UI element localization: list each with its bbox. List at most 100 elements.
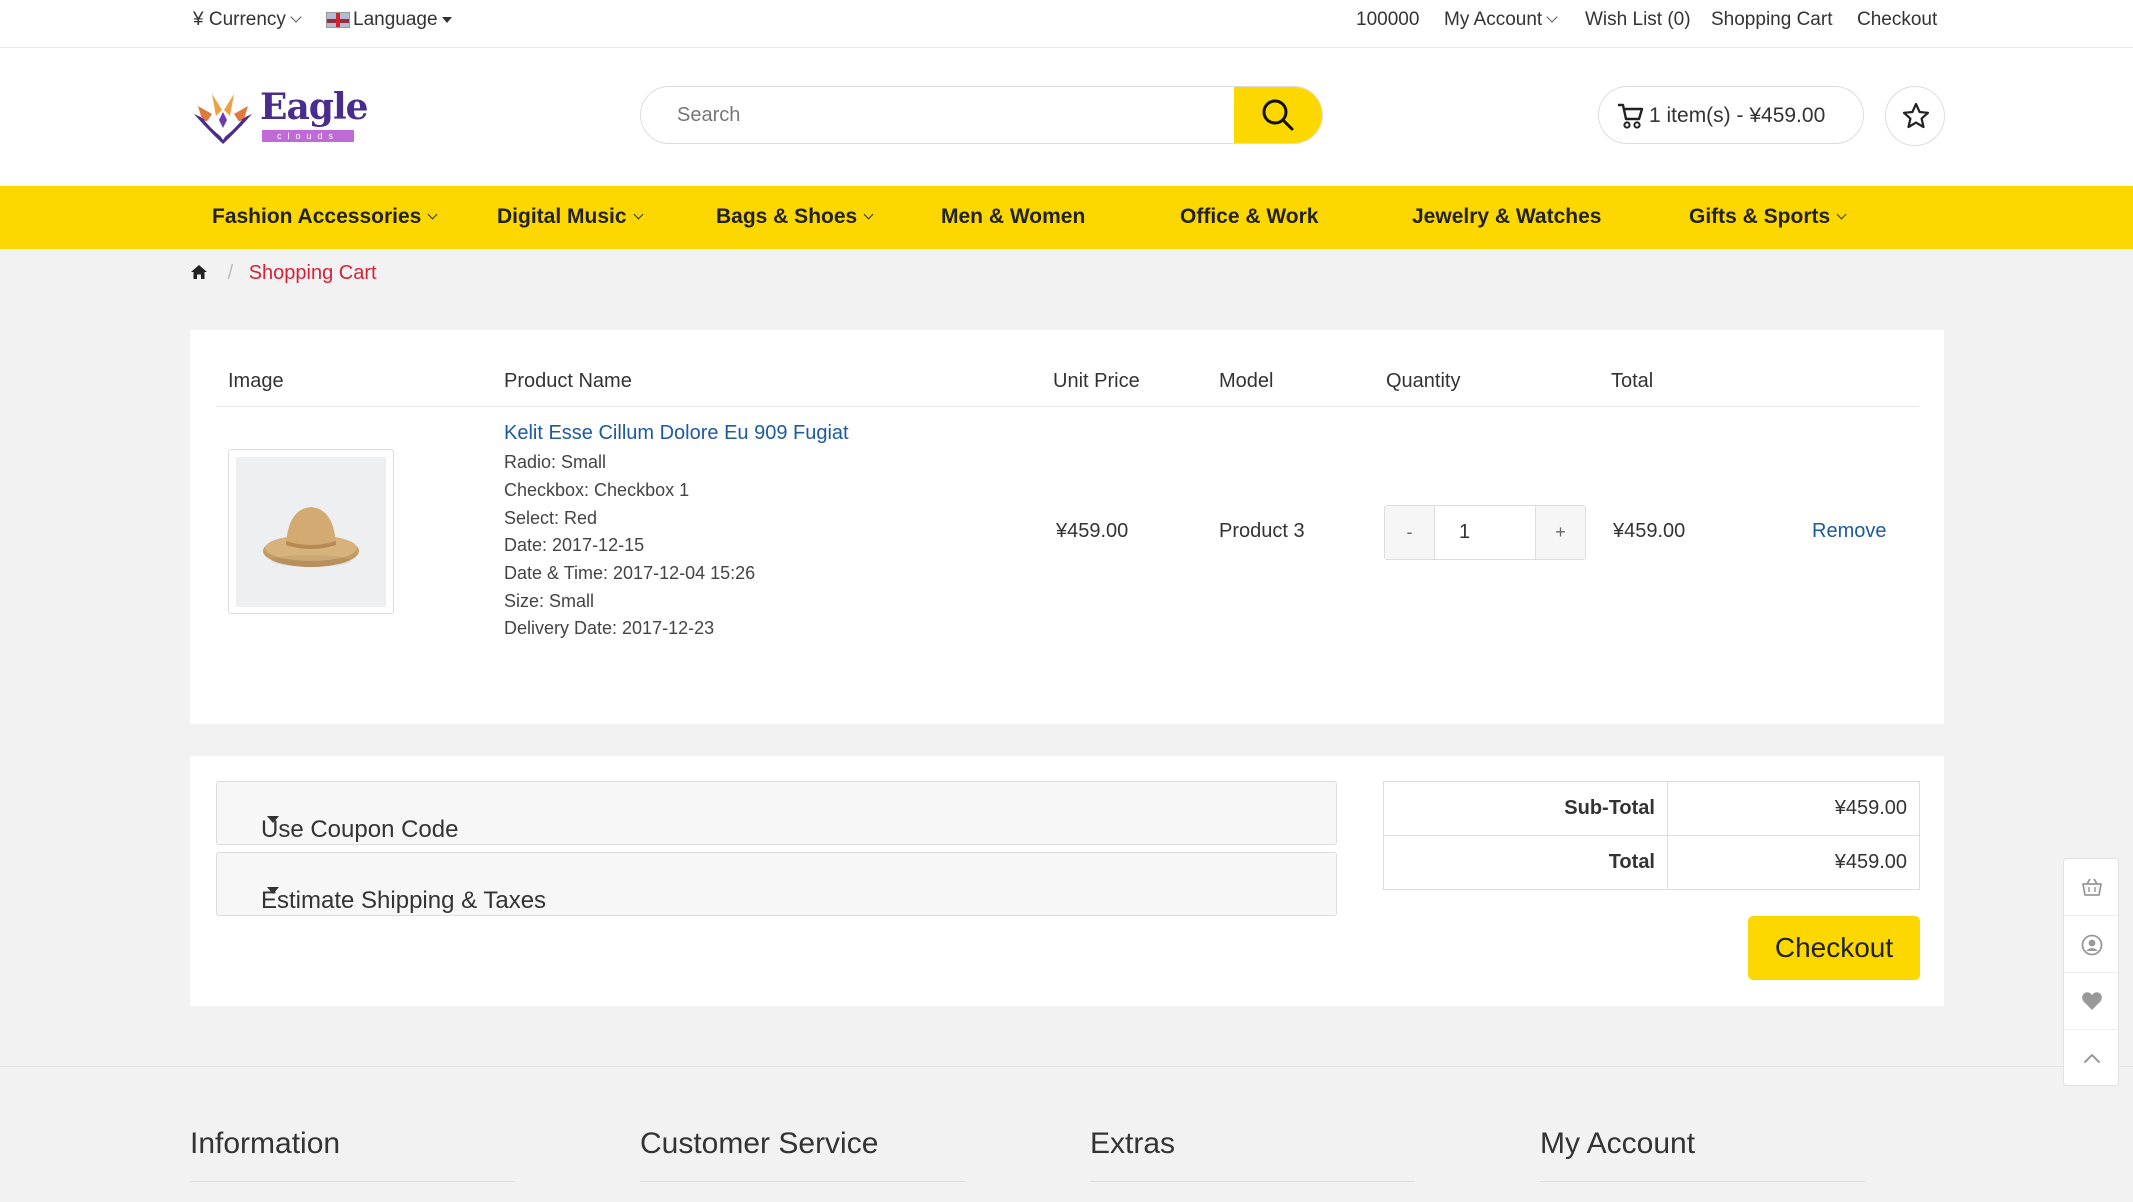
- breadcrumb-separator: /: [227, 262, 234, 284]
- header-cart-button[interactable]: 1 item(s) - ¥459.00: [1598, 86, 1864, 144]
- shipping-accordion[interactable]: Estimate Shipping & Taxes: [216, 852, 1337, 916]
- header: Eagle clouds 1 item(s) - ¥459.00: [0, 48, 2133, 186]
- uk-flag-icon: [326, 11, 350, 28]
- footer-heading-my-account: My Account: [1540, 1127, 1696, 1160]
- my-account-link[interactable]: My Account: [1444, 9, 1558, 31]
- currency-symbol: ¥: [193, 9, 204, 30]
- search-bar: [640, 86, 1323, 144]
- floating-toolbar: [2063, 858, 2120, 1087]
- model: Product 3: [1219, 520, 1305, 542]
- quantity-stepper: - +: [1384, 505, 1586, 560]
- nav-label: Men & Women: [941, 205, 1086, 228]
- subtotal-label: Sub-Total: [1383, 781, 1668, 836]
- nav-item-bags-shoes[interactable]: Bags & Shoes: [716, 205, 874, 229]
- back-to-top-button[interactable]: [2064, 1030, 2120, 1087]
- top-bar: ¥ Currency Language 100000 My Account Wi…: [0, 0, 2133, 48]
- shopping-cart-link[interactable]: Shopping Cart: [1711, 9, 1832, 31]
- product-option: Delivery Date: 2017-12-23: [504, 618, 715, 638]
- nav-item-digital-music[interactable]: Digital Music: [497, 205, 643, 229]
- footer-heading-extras: Extras: [1090, 1127, 1176, 1160]
- caret-down-icon: [441, 16, 452, 23]
- footer-heading-information: Information: [190, 1127, 341, 1160]
- cart-table: Image Product Name Unit Price Model Quan…: [190, 330, 1944, 724]
- nav-item-gifts-sports[interactable]: Gifts & Sports: [1689, 205, 1847, 229]
- nav-item-fashion-accessories[interactable]: Fashion Accessories: [212, 205, 438, 229]
- nav-item-office-work[interactable]: Office & Work: [1180, 205, 1318, 229]
- caret-down-icon: [267, 816, 279, 823]
- currency-label: Currency: [208, 9, 286, 30]
- wish-list-link[interactable]: Wish List (0): [1585, 9, 1691, 31]
- chevron-down-icon: [1836, 209, 1847, 220]
- header-product-name: Product Name: [504, 370, 632, 392]
- footer-divider: [1090, 1181, 1415, 1182]
- nav-item-men-women[interactable]: Men & Women: [941, 205, 1085, 229]
- phone-number: 100000: [1356, 9, 1420, 30]
- totals-table: Sub-Total ¥459.00 Total ¥459.00: [1383, 781, 1920, 890]
- unit-price: ¥459.00: [1056, 520, 1129, 542]
- user-icon: [2081, 934, 2103, 956]
- subtotal-value: ¥459.00: [1667, 781, 1920, 836]
- cart-summary: 1 item(s) - ¥459.00: [1649, 104, 1826, 127]
- checkout-link[interactable]: Checkout: [1857, 9, 1937, 31]
- nav-label: Gifts & Sports: [1689, 205, 1831, 228]
- nav-item-jewelry-watches[interactable]: Jewelry & Watches: [1412, 205, 1601, 229]
- sidebar-wishlist-button[interactable]: [2064, 973, 2120, 1030]
- home-icon[interactable]: [190, 264, 208, 280]
- chevron-down-icon: [863, 209, 874, 220]
- coupon-accordion[interactable]: Use Coupon Code: [216, 781, 1337, 845]
- straw-hat-image: [263, 507, 359, 567]
- footer-divider: [640, 1181, 965, 1182]
- header-image: Image: [228, 370, 284, 392]
- sidebar-cart-button[interactable]: [2064, 859, 2120, 916]
- header-unit-price: Unit Price: [1053, 370, 1140, 392]
- product-thumbnail[interactable]: [228, 449, 394, 614]
- footer-divider: [1540, 1181, 1865, 1182]
- product-option: Radio: Small: [504, 452, 607, 472]
- product-option: Size: Small: [504, 591, 595, 611]
- product-option: Date: 2017-12-15: [504, 535, 645, 555]
- nav-label: Digital Music: [497, 205, 627, 228]
- chevron-down-icon: [633, 209, 643, 220]
- table-row: Sub-Total ¥459.00: [1383, 781, 1920, 836]
- breadcrumb: / Shopping Cart: [190, 262, 377, 285]
- logo[interactable]: Eagle clouds: [190, 84, 369, 148]
- logo-text: Eagle: [260, 86, 369, 128]
- wishlist-button[interactable]: [1885, 86, 1945, 146]
- table-divider: [216, 406, 1919, 407]
- nav-label: Fashion Accessories: [212, 205, 422, 228]
- shipping-label: Estimate Shipping & Taxes: [261, 887, 547, 914]
- footer-divider: [190, 1181, 515, 1182]
- sidebar-account-button[interactable]: [2064, 916, 2120, 973]
- search-icon: [1262, 99, 1294, 131]
- coupon-label: Use Coupon Code: [261, 816, 459, 843]
- search-input[interactable]: [641, 87, 1236, 143]
- star-icon: [1902, 102, 1930, 129]
- checkout-button[interactable]: Checkout: [1748, 916, 1920, 980]
- nav-label: Bags & Shoes: [716, 205, 858, 228]
- breadcrumb-current[interactable]: Shopping Cart: [249, 262, 377, 284]
- row-total: ¥459.00: [1613, 520, 1686, 542]
- language-dropdown[interactable]: Language: [326, 9, 452, 31]
- chevron-up-icon: [2084, 1054, 2100, 1063]
- eagle-logo-icon: [194, 94, 252, 144]
- heart-icon: [2082, 992, 2102, 1010]
- cart-totals-section: Use Coupon Code Estimate Shipping & Taxe…: [190, 756, 1944, 1006]
- chevron-down-icon: [290, 11, 302, 23]
- product-name-link[interactable]: Kelit Esse Cillum Dolore Eu 909 Fugiat: [504, 422, 849, 445]
- quantity-increase-button[interactable]: +: [1535, 506, 1585, 559]
- nav-label: Jewelry & Watches: [1412, 205, 1602, 228]
- total-label: Total: [1383, 835, 1668, 890]
- currency-dropdown[interactable]: ¥ Currency: [193, 9, 302, 31]
- table-row: Total ¥459.00: [1383, 835, 1920, 890]
- basket-icon: [2082, 878, 2102, 896]
- nav-label: Office & Work: [1180, 205, 1319, 228]
- chevron-down-icon: [1546, 11, 1558, 23]
- quantity-input[interactable]: [1435, 506, 1535, 559]
- remove-button[interactable]: Remove: [1812, 520, 1886, 543]
- product-image: [236, 457, 386, 607]
- header-model: Model: [1219, 370, 1274, 392]
- footer-heading-customer-service: Customer Service: [640, 1127, 879, 1160]
- quantity-decrease-button[interactable]: -: [1385, 506, 1435, 559]
- search-button[interactable]: [1234, 87, 1322, 143]
- header-quantity: Quantity: [1386, 370, 1461, 392]
